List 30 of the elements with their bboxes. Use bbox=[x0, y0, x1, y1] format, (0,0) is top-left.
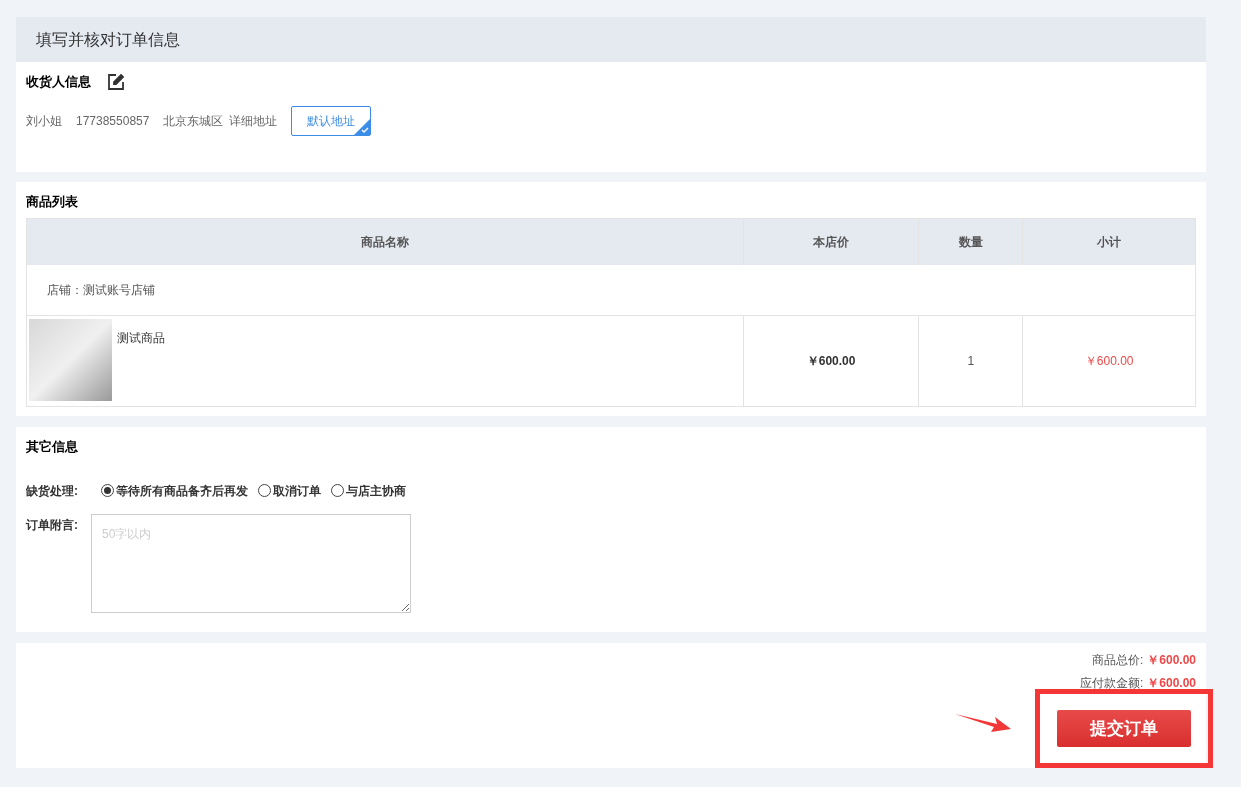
column-header: 本店价 bbox=[742, 219, 919, 265]
submit-order-button[interactable]: 提交订单 bbox=[1057, 710, 1191, 747]
summary-label: 应付款金额: bbox=[1079, 675, 1144, 693]
receiver-phone: 17738550857 bbox=[76, 112, 150, 130]
receiver-name: 刘小姐 bbox=[26, 112, 62, 130]
summary-value: ￥600.00 bbox=[1147, 651, 1196, 669]
note-label: 订单附言: bbox=[26, 516, 79, 534]
edit-icon[interactable] bbox=[107, 72, 125, 91]
section-title: 商品列表 bbox=[26, 193, 79, 211]
default-address-tag[interactable]: 默认地址 bbox=[291, 105, 372, 136]
receiver-address: 详细地址 bbox=[229, 112, 278, 130]
column-header: 小计 bbox=[1022, 219, 1195, 265]
column-header: 数量 bbox=[918, 219, 1023, 265]
stockout-radio-option[interactable]: 与店主协商 bbox=[331, 481, 406, 500]
column-header: 商品名称 bbox=[359, 234, 410, 251]
page-title: 填写并核对订单信息 bbox=[36, 29, 180, 50]
summary-label: 商品总价: bbox=[1091, 651, 1144, 669]
product-subtotal: ￥600.00 bbox=[1084, 353, 1134, 370]
product-price: ￥600.00 bbox=[806, 353, 856, 370]
stockout-radio-option[interactable]: 等待所有商品备齐后再发 bbox=[101, 481, 248, 500]
section-title: 其它信息 bbox=[26, 438, 79, 456]
stockout-radio-option[interactable]: 取消订单 bbox=[258, 481, 321, 500]
product-name[interactable]: 测试商品 bbox=[117, 329, 165, 347]
product-quantity: 1 bbox=[967, 353, 975, 370]
receiver-region: 北京东城区 bbox=[163, 112, 224, 130]
shop-name: 店铺：测试账号店铺 bbox=[47, 282, 155, 299]
section-title: 收货人信息 bbox=[26, 73, 91, 91]
stockout-label: 缺货处理: bbox=[26, 482, 79, 500]
summary-value: ￥600.00 bbox=[1147, 675, 1196, 693]
check-corner-icon bbox=[354, 118, 371, 135]
